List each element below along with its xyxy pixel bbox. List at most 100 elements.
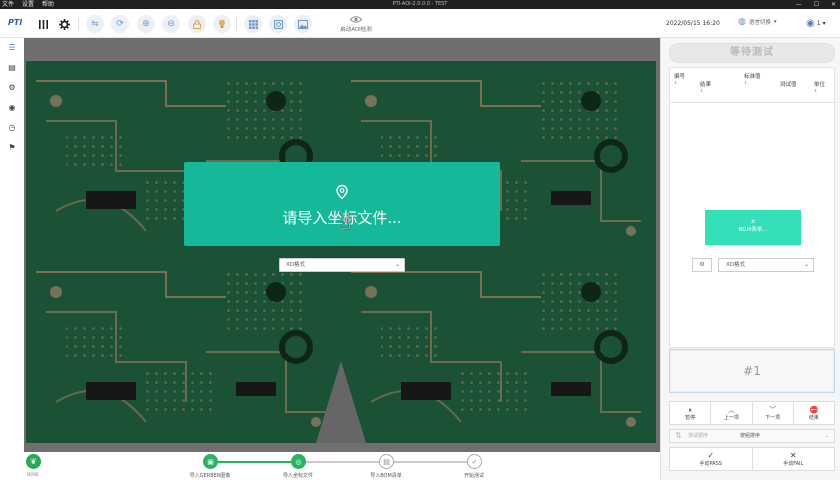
chevron-down-icon: ⌄ <box>803 261 809 268</box>
pause-icon: ⏸ <box>688 406 692 414</box>
step-gerber-icon[interactable]: ▣ <box>203 454 218 469</box>
gear-icon: ⚙ <box>699 261 705 268</box>
x-icon: ✕ <box>789 451 797 460</box>
location-pin-icon <box>336 184 348 200</box>
manual-fail-button[interactable]: ✕ 手动FAIL <box>753 448 835 470</box>
window-title: PTI-AOI-2.0.0.0 - TEST <box>392 1 448 7</box>
test-order-label: 测试顺序 <box>688 433 709 439</box>
bom-format-value: XD格式 <box>726 262 746 268</box>
chevron-up-icon: ︿ <box>727 406 735 414</box>
start-aoi-label: 启动AOI检测 <box>340 27 372 33</box>
close-button[interactable]: ✕ <box>831 0 836 9</box>
sort-icon: ⬍ <box>674 80 678 85</box>
test-panel: 等待测试 编号 ⬍ 结果 ⬍ 标准值 ⬍ 测试值 单位 ⬍ ± BOM表单...… <box>660 38 840 480</box>
results-table-header: 编号 ⬍ 结果 ⬍ 标准值 ⬍ 测试值 单位 ⬍ <box>670 68 836 103</box>
step-gerber-label: 导入GERBER图像 <box>189 473 231 479</box>
chevron-down-icon: ⌄ <box>394 261 400 268</box>
minimize-button[interactable]: — <box>796 0 802 9</box>
left-sidebar: ☰ ▤ ⚙ ◉ ◷ ⚑ <box>0 38 24 452</box>
calendar-icon[interactable]: ▤ <box>6 62 18 74</box>
stop-button[interactable]: ⛔ 结束 <box>794 402 834 424</box>
step-start-icon[interactable]: ✓ <box>467 454 482 469</box>
flip-icon[interactable]: ⇋ <box>86 15 104 33</box>
manual-judgement: ✓ 手动PASS ✕ 手动FAIL <box>669 447 835 471</box>
maximize-button[interactable]: ☐ <box>814 0 819 9</box>
results-table: 编号 ⬍ 结果 ⬍ 标准值 ⬍ 测试值 单位 ⬍ ± BOM表单... ⚙ XD… <box>669 67 836 348</box>
bom-settings-button[interactable]: ⚙ <box>692 258 712 272</box>
zoom-in-icon[interactable]: ⊕ <box>137 15 155 33</box>
chevron-down-icon: ﹀ <box>769 406 777 414</box>
format-select-value: XD格式 <box>286 262 306 268</box>
step-line-done <box>217 461 298 463</box>
zoom-out-icon[interactable]: ⊖ <box>162 15 180 33</box>
prev-button[interactable]: ︿ 上一项 <box>711 402 753 424</box>
list-icon[interactable]: ☰ <box>6 42 18 54</box>
stop-icon: ⛔ <box>809 406 819 414</box>
upload-icon: ± <box>750 218 756 225</box>
sort-icon: ⬍ <box>700 88 704 93</box>
status-button[interactable]: 等待测试 <box>669 43 835 63</box>
step-coordinates-icon[interactable]: ◎ <box>291 454 306 469</box>
import-bom-label: BOM表单... <box>738 227 768 233</box>
pause-button[interactable]: ⏸ 暂停 <box>670 402 712 424</box>
app-window: 文件 设置 帮助 PTI-AOI-2.0.0.0 - TEST — ☐ ✕ PT… <box>0 0 840 480</box>
manual-pass-button[interactable]: ✓ 手动PASS <box>670 448 753 470</box>
coordinate-format-select[interactable]: XD格式 ⌄ <box>279 258 405 272</box>
user-icon: ◉ <box>806 18 815 29</box>
test-order-value: 按组排序 <box>740 433 761 439</box>
menu-file[interactable]: 文件 <box>2 0 14 9</box>
column-result[interactable]: 结果 ⬍ <box>700 80 711 93</box>
column-measured[interactable]: 测试值 <box>780 80 797 88</box>
next-button[interactable]: ﹀ 下一项 <box>753 402 794 424</box>
check-icon: ✓ <box>707 451 715 460</box>
sort-icon: ⬍ <box>814 88 818 93</box>
menu-settings[interactable]: 设置 <box>22 0 34 9</box>
board-number: #1 <box>669 349 835 393</box>
user-name: 1 <box>816 20 821 27</box>
start-aoi-button[interactable]: 启动AOI检测 <box>334 16 378 33</box>
language-switch[interactable]: ◍ 语言切换 ▾ <box>738 17 777 27</box>
step-start-label: 开始测试 <box>463 473 484 479</box>
window-controls: — ☐ ✕ <box>796 0 836 9</box>
refresh-icon[interactable]: ⟳ <box>111 15 129 33</box>
grid-icon[interactable] <box>244 15 262 33</box>
menu-help[interactable]: 帮助 <box>42 0 54 9</box>
sort-order-icon: ⇅ <box>675 431 682 440</box>
import-bom-button[interactable]: ± BOM表单... <box>705 210 801 245</box>
eye-icon <box>334 16 378 25</box>
camera-icon[interactable] <box>269 15 287 33</box>
history-icon[interactable]: ◷ <box>6 122 18 134</box>
hand-cursor-icon: ☝ <box>338 210 352 235</box>
columns-icon[interactable] <box>34 15 52 33</box>
image-viewer[interactable]: 请导入坐标文件... ☝ XD格式 ⌄ <box>24 38 660 452</box>
sort-icon: ⬍ <box>744 80 748 85</box>
lock-icon[interactable] <box>188 15 206 33</box>
view-icon[interactable]: ◉ <box>6 102 18 114</box>
leaf-icon[interactable]: ❦ <box>26 454 41 469</box>
gear-icon[interactable] <box>55 15 73 33</box>
image-icon[interactable] <box>294 15 312 33</box>
test-controls: ⏸ 暂停 ︿ 上一项 ﹀ 下一项 ⛔ 结束 <box>669 401 835 425</box>
toolbar-divider <box>78 18 79 30</box>
step-bom-icon[interactable]: ▤ <box>379 454 394 469</box>
menu-bar: 文件 设置 帮助 <box>2 0 54 9</box>
test-order-select[interactable]: ⇅ 测试顺序 按组排序 ⌄ <box>669 429 835 443</box>
column-standard[interactable]: 标准值 ⬍ <box>744 72 761 85</box>
app-logo: PTI <box>8 18 23 27</box>
globe-icon: ◍ <box>738 17 746 27</box>
progress-steps: ❦ DOVE ▣ 导入GERBER图像 ◎ 导入坐标文件 ▤ 导入BOM清单 ✓… <box>0 452 660 480</box>
bulb-icon[interactable] <box>213 15 231 33</box>
column-id[interactable]: 编号 ⬍ <box>674 72 685 85</box>
language-label: 语言切换 <box>748 20 771 26</box>
bom-format-select[interactable]: XD格式 ⌄ <box>718 258 814 272</box>
settings-icon[interactable]: ⚙ <box>6 82 18 94</box>
chevron-down-icon: ▾ <box>822 20 826 27</box>
flag-icon[interactable]: ⚑ <box>6 142 18 154</box>
chevron-down-icon: ⌄ <box>824 433 829 439</box>
datetime: 2022/05/15 16:20 <box>666 20 720 27</box>
column-unit[interactable]: 单位 ⬍ <box>814 80 825 93</box>
toolbar: PTI ⇋ ⟳ ⊕ ⊖ 启动AOI检测 2022/05/15 16:20 ◍ 语… <box>0 9 840 38</box>
toolbar-divider <box>236 18 237 30</box>
step-coordinates-label: 导入坐标文件 <box>282 473 313 479</box>
user-menu[interactable]: ◉ 1 ▾ <box>806 18 826 29</box>
